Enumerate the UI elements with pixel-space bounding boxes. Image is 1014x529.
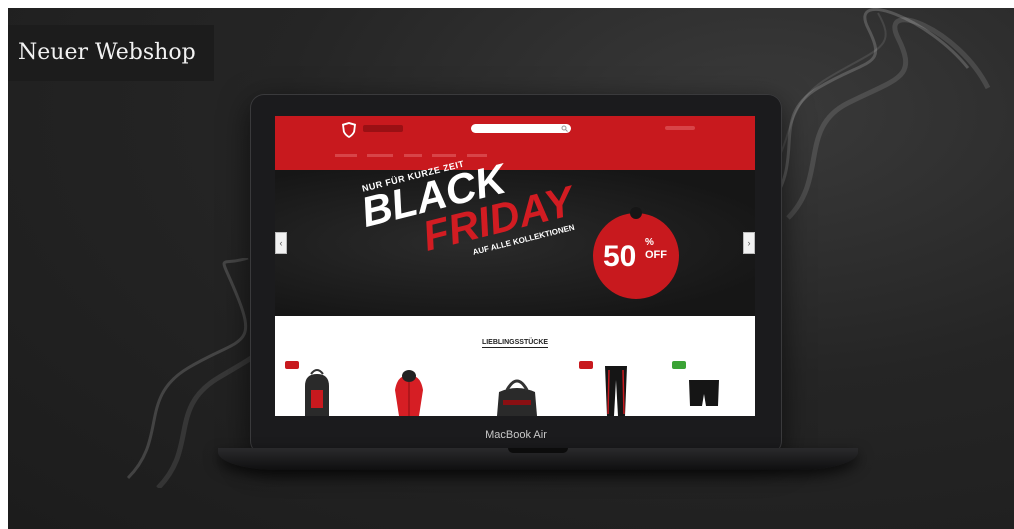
- section-title-text: LIEBLINGSSTÜCKE: [481, 339, 549, 348]
- sale-badge: [579, 361, 593, 369]
- search-input[interactable]: [471, 124, 571, 133]
- account-link[interactable]: [665, 126, 695, 130]
- stage: Neuer Webshop NUR FÜR KURZE ZEIT BLACK F…: [8, 8, 1014, 529]
- logo-shield-icon[interactable]: [340, 121, 358, 139]
- discount-percent: %: [645, 237, 654, 248]
- favorites-section: LIEBLINGSSTÜCKE: [275, 316, 755, 416]
- laptop: NUR FÜR KURZE ZEIT BLACK FRIDAY AUF ALLE…: [250, 94, 782, 455]
- nav-item[interactable]: [432, 154, 457, 158]
- search-icon[interactable]: [561, 125, 568, 132]
- chevron-right-icon[interactable]: ›: [743, 232, 755, 254]
- nav-item[interactable]: [367, 154, 394, 158]
- laptop-notch: [508, 448, 568, 453]
- new-badge: [672, 361, 686, 369]
- tag-hole: [630, 207, 642, 219]
- product-pants[interactable]: [601, 366, 631, 416]
- product-sports-bag[interactable]: [493, 366, 541, 416]
- logo-wordmark[interactable]: [363, 125, 403, 132]
- nav-item[interactable]: [335, 154, 357, 158]
- page-title: Neuer Webshop: [8, 25, 214, 81]
- product-jacket[interactable]: [389, 366, 429, 416]
- discount-tag: 50 % OFF: [593, 207, 679, 299]
- product-backpack[interactable]: [297, 366, 337, 416]
- laptop-base: [218, 448, 858, 470]
- discount-number: 50: [603, 240, 637, 273]
- laptop-screen: NUR FÜR KURZE ZEIT BLACK FRIDAY AUF ALLE…: [275, 116, 755, 416]
- device-brand-label: MacBook Air: [485, 429, 547, 441]
- chevron-left-icon[interactable]: ‹: [275, 232, 287, 254]
- nav-item[interactable]: [403, 154, 422, 158]
- smoke-decoration-right: [757, 8, 991, 220]
- discount-off: OFF: [645, 249, 667, 261]
- section-title: LIEBLINGSSTÜCKE: [275, 339, 755, 348]
- product-shorts[interactable]: [687, 366, 721, 416]
- hero-banner[interactable]: NUR FÜR KURZE ZEIT BLACK FRIDAY AUF ALLE…: [275, 155, 755, 316]
